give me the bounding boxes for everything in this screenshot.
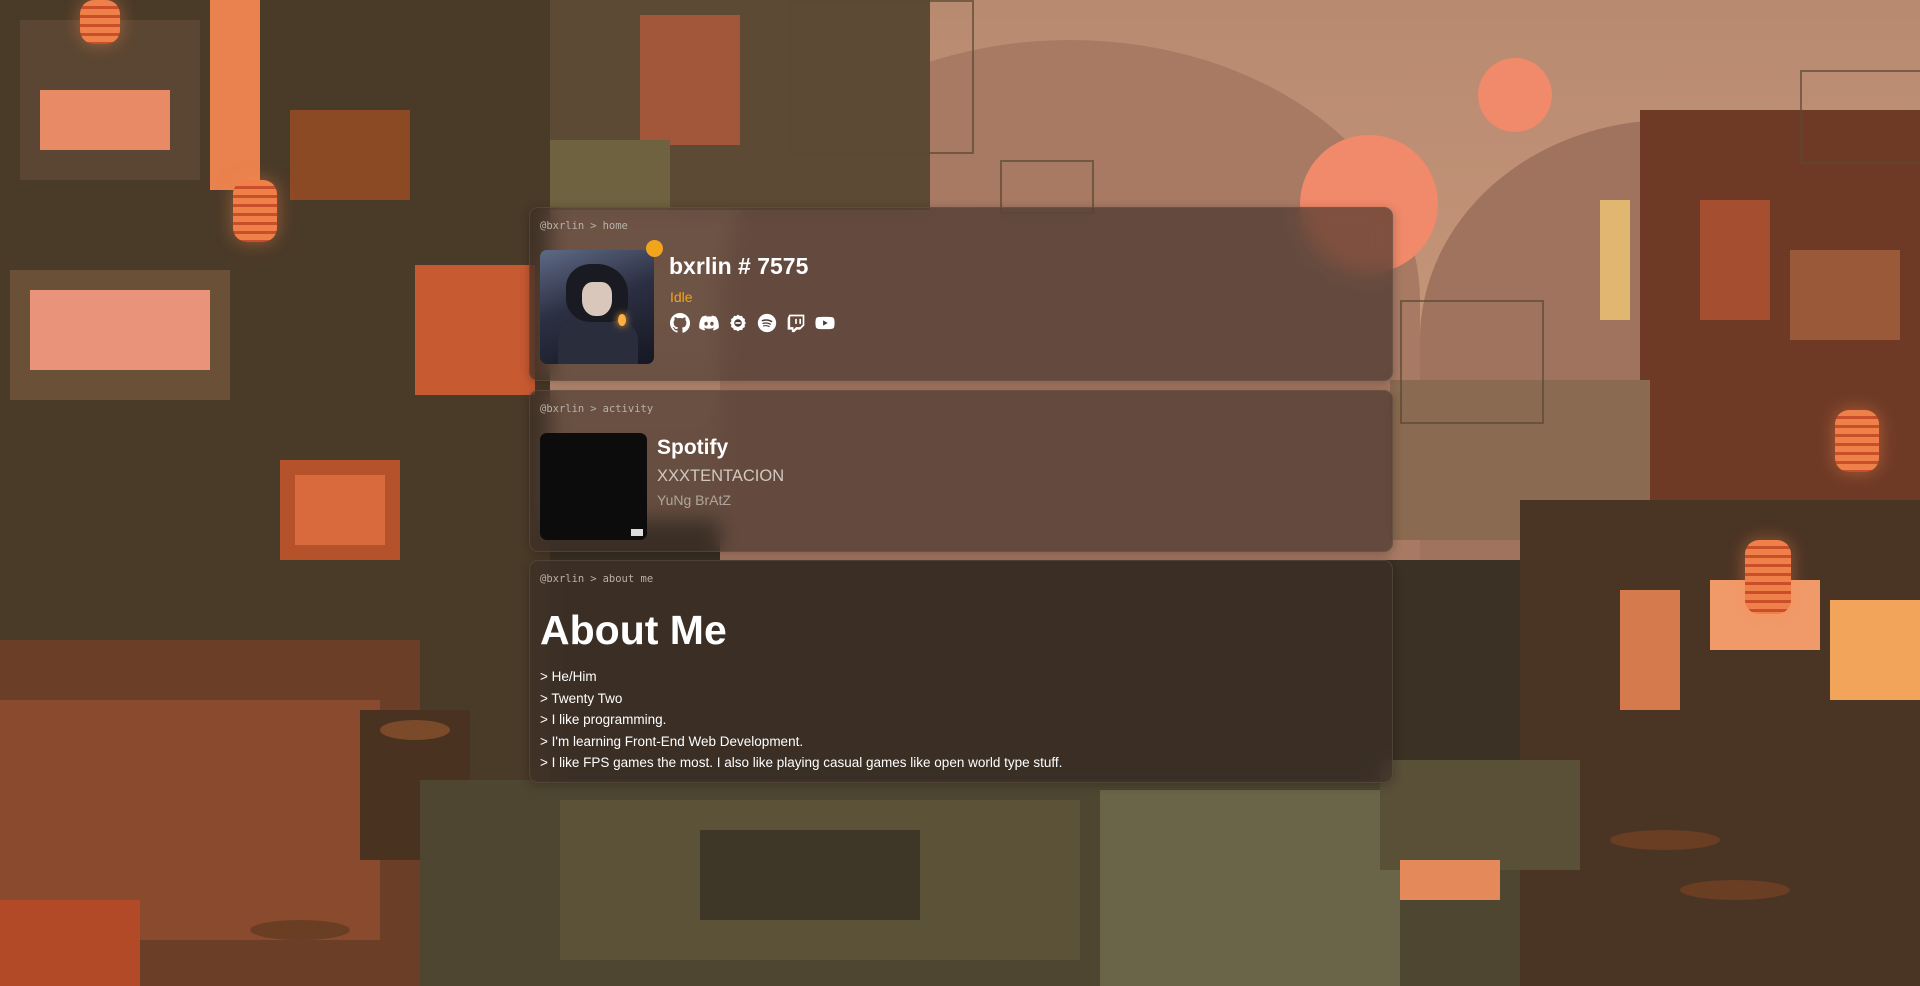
status-indicator	[646, 240, 663, 257]
spotify-icon[interactable]	[756, 312, 777, 333]
youtube-icon[interactable]	[814, 312, 835, 333]
activity-card: @bxrlin > activity Spotify XXXTENTACION Yu…	[529, 390, 1393, 552]
breadcrumb-separator: >	[590, 220, 597, 232]
home-card: @bxrlin > home bxrlin # 7575 Idle	[529, 207, 1393, 381]
about-heading: About Me	[540, 607, 727, 653]
breadcrumb: @bxrlin > home	[540, 220, 628, 232]
about-line: > He/Him	[540, 669, 597, 684]
breadcrumb-user: @bxrlin	[540, 573, 585, 585]
username: bxrlin # 7575	[669, 253, 809, 279]
breadcrumb-page: home	[602, 220, 628, 232]
discord-icon[interactable]	[698, 312, 719, 333]
about-line: > I like FPS games the most. I also like…	[540, 755, 1063, 770]
social-links	[669, 312, 835, 333]
breadcrumb-user: @bxrlin	[540, 403, 585, 415]
github-icon[interactable]	[669, 312, 690, 333]
about-line: > Twenty Two	[540, 690, 623, 706]
album-cover	[540, 433, 647, 540]
osu-icon[interactable]	[727, 312, 748, 333]
breadcrumb-page: activity	[602, 403, 654, 415]
about-line: > I like programming.	[540, 712, 667, 727]
breadcrumb: @bxrlin > about me	[540, 573, 653, 585]
status-text: Idle	[670, 289, 693, 305]
breadcrumb-separator: >	[590, 573, 597, 585]
about-list: > He/Him > Twenty Two > I like programmi…	[540, 666, 1062, 774]
avatar	[540, 250, 654, 364]
about-line: > I'm learning Front-End Web Development…	[540, 733, 804, 749]
twitch-icon[interactable]	[785, 312, 806, 333]
breadcrumb-user: @bxrlin	[540, 220, 585, 232]
breadcrumb-separator: >	[590, 403, 597, 415]
activity-artist: XXXTENTACION	[657, 467, 785, 485]
activity-app-name: Spotify	[657, 436, 729, 459]
activity-track: YuNg BrAtZ	[657, 492, 731, 508]
breadcrumb: @bxrlin > activity	[540, 403, 653, 415]
about-card: @bxrlin > about me About Me > He/Him > Twe…	[529, 560, 1393, 783]
breadcrumb-page: about me	[602, 573, 654, 585]
